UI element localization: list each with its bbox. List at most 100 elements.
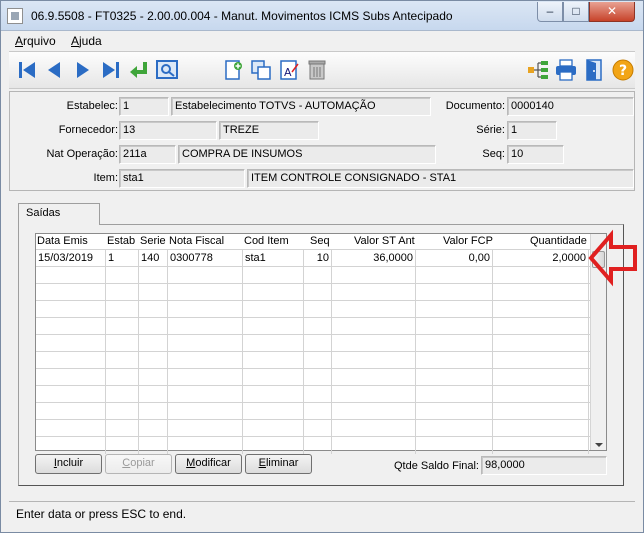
cell-cod-item: sta1 — [243, 250, 304, 267]
empty-cell — [416, 386, 493, 403]
tree-structure-icon[interactable] — [526, 58, 550, 82]
item-name-field[interactable]: ITEM CONTROLE CONSIGNADO - STA1 — [247, 169, 634, 188]
scroll-down-arrow-icon[interactable] — [595, 443, 603, 447]
empty-cell — [139, 284, 168, 301]
empty-cell — [36, 352, 106, 369]
empty-cell — [416, 403, 493, 420]
empty-cell — [332, 403, 416, 420]
empty-cell — [243, 301, 304, 318]
close-button[interactable]: ✕ — [589, 2, 635, 22]
empty-cell — [332, 437, 416, 454]
empty-cell — [168, 352, 243, 369]
empty-cell — [493, 369, 589, 386]
tab-saidas[interactable]: Saídas — [18, 203, 100, 225]
menu-arquivo[interactable]: Arquivo — [15, 34, 56, 48]
saidas-grid[interactable]: Data Emis Estab Serie Nota Fiscal Cod It… — [35, 233, 607, 454]
empty-cell — [168, 267, 243, 284]
empty-table-row — [36, 368, 591, 386]
previous-record-icon[interactable] — [42, 58, 66, 82]
col-estab[interactable]: Estab — [107, 235, 135, 247]
empty-cell — [106, 335, 139, 352]
modificar-button[interactable]: Modificar — [175, 454, 242, 474]
empty-cell — [332, 335, 416, 352]
empty-cell — [106, 386, 139, 403]
status-bar: Enter data or press ESC to end. — [9, 501, 635, 526]
col-cod-item[interactable]: Cod Item — [244, 235, 289, 247]
col-seq[interactable]: Seq — [310, 235, 330, 247]
estabelec-name-field[interactable]: Estabelecimento TOTVS - AUTOMAÇÃO — [171, 97, 431, 116]
empty-cell — [139, 318, 168, 335]
col-data-emis[interactable]: Data Emis — [37, 235, 88, 247]
empty-cell — [332, 267, 416, 284]
edit-text-icon[interactable]: A — [277, 58, 301, 82]
eliminar-button[interactable]: Eliminar — [245, 454, 312, 474]
col-serie[interactable]: Serie — [140, 235, 166, 247]
empty-cell — [243, 352, 304, 369]
serie-field[interactable]: 1 — [507, 121, 557, 140]
goto-icon[interactable] — [127, 58, 151, 82]
empty-cell — [36, 386, 106, 403]
menu-bar: Arquivo Ajuda — [9, 31, 635, 51]
help-icon[interactable]: ? — [611, 58, 635, 82]
col-valor-fcp[interactable]: Valor FCP — [443, 235, 493, 247]
menu-ajuda[interactable]: Ajuda — [71, 34, 102, 48]
empty-cell — [493, 335, 589, 352]
cell-estab: 1 — [106, 250, 139, 267]
empty-cell — [304, 369, 332, 386]
estabelec-code-field[interactable]: 1 — [119, 97, 169, 116]
app-icon[interactable] — [7, 8, 23, 24]
col-nota-fiscal[interactable]: Nota Fiscal — [169, 235, 224, 247]
empty-cell — [304, 352, 332, 369]
documento-field[interactable]: 0000140 — [507, 97, 634, 116]
empty-cell — [106, 318, 139, 335]
new-document-icon[interactable] — [221, 58, 245, 82]
fornecedor-name-field[interactable]: TREZE — [219, 121, 319, 140]
delete-trash-icon[interactable] — [305, 58, 329, 82]
svg-text:A: A — [284, 66, 292, 79]
item-label: Item: — [93, 172, 118, 184]
empty-table-row — [36, 402, 591, 420]
search-icon[interactable] — [155, 58, 179, 82]
maximize-button[interactable]: □ — [563, 2, 589, 22]
empty-cell — [304, 437, 332, 454]
table-row[interactable]: 15/03/2019 1 140 0300778 sta1 10 36,0000… — [36, 249, 591, 267]
saldo-field: 98,0000 — [481, 456, 607, 475]
minimize-button[interactable]: – — [537, 2, 563, 22]
first-record-icon[interactable] — [15, 58, 39, 82]
nat-operacao-name-field[interactable]: COMPRA DE INSUMOS — [178, 145, 436, 164]
copy-icon[interactable] — [249, 58, 273, 82]
empty-cell — [36, 335, 106, 352]
fornecedor-code-field[interactable]: 13 — [119, 121, 217, 140]
cell-valor-fcp: 0,00 — [416, 250, 493, 267]
empty-cell — [106, 284, 139, 301]
title-bar[interactable]: 06.9.5508 - FT0325 - 2.00.00.004 - Manut… — [1, 1, 643, 31]
seq-field[interactable]: 10 — [507, 145, 564, 164]
nat-operacao-code-field[interactable]: 211a — [119, 145, 176, 164]
incluir-button[interactable]: Incluir — [35, 454, 102, 474]
empty-cell — [106, 420, 139, 437]
col-valor-st-ant[interactable]: Valor ST Ant — [354, 235, 415, 247]
empty-cell — [493, 352, 589, 369]
exit-door-icon[interactable] — [583, 58, 607, 82]
last-record-icon[interactable] — [99, 58, 123, 82]
empty-cell — [304, 335, 332, 352]
empty-cell — [168, 437, 243, 454]
empty-cell — [493, 284, 589, 301]
printer-icon[interactable] — [554, 58, 578, 82]
empty-cell — [332, 420, 416, 437]
cell-seq: 10 — [304, 250, 332, 267]
item-code-field[interactable]: sta1 — [119, 169, 245, 188]
empty-table-row — [36, 351, 591, 369]
empty-cell — [168, 318, 243, 335]
copiar-button[interactable]: Copiar — [105, 454, 172, 474]
empty-cell — [168, 369, 243, 386]
col-quantidade[interactable]: Quantidade — [530, 235, 587, 247]
empty-cell — [416, 318, 493, 335]
toolbar: A ? — [9, 51, 635, 89]
empty-cell — [106, 267, 139, 284]
next-record-icon[interactable] — [71, 58, 95, 82]
empty-cell — [416, 284, 493, 301]
empty-cell — [493, 403, 589, 420]
empty-cell — [416, 301, 493, 318]
empty-cell — [243, 420, 304, 437]
